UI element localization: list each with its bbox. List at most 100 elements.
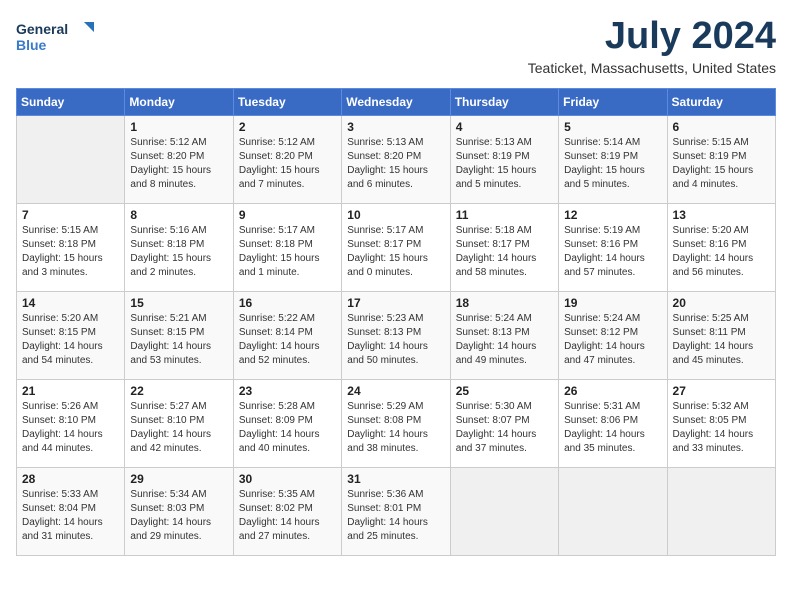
day-number: 29 [130, 472, 227, 486]
header-row: SundayMondayTuesdayWednesdayThursdayFrid… [17, 88, 776, 115]
day-info: Sunrise: 5:15 AM Sunset: 8:19 PM Dayligh… [673, 136, 770, 192]
day-number: 12 [564, 208, 661, 222]
day-info: Sunrise: 5:18 AM Sunset: 8:17 PM Dayligh… [456, 224, 553, 280]
calendar-cell: 3 Sunrise: 5:13 AM Sunset: 8:20 PM Daylig… [342, 115, 450, 203]
svg-text:Blue: Blue [16, 37, 47, 53]
week-row-3: 14 Sunrise: 5:20 AM Sunset: 8:15 PM Dayli… [17, 291, 776, 379]
day-info: Sunrise: 5:16 AM Sunset: 8:18 PM Dayligh… [130, 224, 227, 280]
day-info: Sunrise: 5:13 AM Sunset: 8:19 PM Dayligh… [456, 136, 553, 192]
week-row-2: 7 Sunrise: 5:15 AM Sunset: 8:18 PM Daylig… [17, 203, 776, 291]
calendar-cell: 25Sunrise: 5:30 AM Sunset: 8:07 PM Dayli… [450, 379, 558, 467]
day-number: 21 [22, 384, 119, 398]
day-info: Sunrise: 5:15 AM Sunset: 8:18 PM Dayligh… [22, 224, 119, 280]
day-number: 26 [564, 384, 661, 398]
day-number: 11 [456, 208, 553, 222]
calendar-cell: 24 Sunrise: 5:29 AM Sunset: 8:08 PM Dayli… [342, 379, 450, 467]
day-info: Sunrise: 5:23 AM Sunset: 8:13 PM Dayligh… [347, 312, 444, 368]
day-info: Sunrise: 5:19 AM Sunset: 8:16 PM Dayligh… [564, 224, 661, 280]
title-block: July 2024 Teaticket, Massachusetts, Unit… [528, 16, 776, 76]
week-row-5: 28 Sunrise: 5:33 AM Sunset: 8:04 PM Dayli… [17, 467, 776, 555]
day-info: Sunrise: 5:21 AM Sunset: 8:15 PM Dayligh… [130, 312, 227, 368]
calendar-cell: 5Sunrise: 5:14 AM Sunset: 8:19 PM Daylig… [559, 115, 667, 203]
header-cell-monday: Monday [125, 88, 233, 115]
calendar-cell: 16Sunrise: 5:22 AM Sunset: 8:14 PM Dayli… [233, 291, 341, 379]
calendar-cell: 2 Sunrise: 5:12 AM Sunset: 8:20 PM Daylig… [233, 115, 341, 203]
day-number: 16 [239, 296, 336, 310]
calendar-cell: 20 Sunrise: 5:25 AM Sunset: 8:11 PM Dayli… [667, 291, 775, 379]
day-number: 7 [22, 208, 119, 222]
day-info: Sunrise: 5:14 AM Sunset: 8:19 PM Dayligh… [564, 136, 661, 192]
logo: General Blue [16, 16, 96, 58]
day-number: 2 [239, 120, 336, 134]
calendar-cell: 31 Sunrise: 5:36 AM Sunset: 8:01 PM Dayli… [342, 467, 450, 555]
calendar-cell: 23Sunrise: 5:28 AM Sunset: 8:09 PM Dayli… [233, 379, 341, 467]
day-number: 10 [347, 208, 444, 222]
day-info: Sunrise: 5:29 AM Sunset: 8:08 PM Dayligh… [347, 400, 444, 456]
day-number: 25 [456, 384, 553, 398]
day-info: Sunrise: 5:17 AM Sunset: 8:18 PM Dayligh… [239, 224, 336, 280]
calendar-cell: 26 Sunrise: 5:31 AM Sunset: 8:06 PM Dayli… [559, 379, 667, 467]
day-info: Sunrise: 5:36 AM Sunset: 8:01 PM Dayligh… [347, 488, 444, 544]
day-number: 17 [347, 296, 444, 310]
calendar-cell: 7 Sunrise: 5:15 AM Sunset: 8:18 PM Daylig… [17, 203, 125, 291]
calendar-cell: 28 Sunrise: 5:33 AM Sunset: 8:04 PM Dayli… [17, 467, 125, 555]
header-cell-tuesday: Tuesday [233, 88, 341, 115]
calendar-cell: 6 Sunrise: 5:15 AM Sunset: 8:19 PM Daylig… [667, 115, 775, 203]
calendar-cell: 12 Sunrise: 5:19 AM Sunset: 8:16 PM Dayli… [559, 203, 667, 291]
day-info: Sunrise: 5:33 AM Sunset: 8:04 PM Dayligh… [22, 488, 119, 544]
day-info: Sunrise: 5:24 AM Sunset: 8:13 PM Dayligh… [456, 312, 553, 368]
day-info: Sunrise: 5:35 AM Sunset: 8:02 PM Dayligh… [239, 488, 336, 544]
day-info: Sunrise: 5:17 AM Sunset: 8:17 PM Dayligh… [347, 224, 444, 280]
calendar-cell [450, 467, 558, 555]
calendar-cell [667, 467, 775, 555]
day-info: Sunrise: 5:24 AM Sunset: 8:12 PM Dayligh… [564, 312, 661, 368]
day-number: 19 [564, 296, 661, 310]
day-number: 15 [130, 296, 227, 310]
day-number: 4 [456, 120, 553, 134]
calendar-cell: 21 Sunrise: 5:26 AM Sunset: 8:10 PM Dayli… [17, 379, 125, 467]
day-number: 28 [22, 472, 119, 486]
calendar-cell: 30 Sunrise: 5:35 AM Sunset: 8:02 PM Dayli… [233, 467, 341, 555]
day-number: 31 [347, 472, 444, 486]
day-number: 24 [347, 384, 444, 398]
day-number: 1 [130, 120, 227, 134]
logo-svg: General Blue [16, 16, 96, 58]
day-info: Sunrise: 5:20 AM Sunset: 8:16 PM Dayligh… [673, 224, 770, 280]
day-info: Sunrise: 5:12 AM Sunset: 8:20 PM Dayligh… [130, 136, 227, 192]
calendar-cell: 14 Sunrise: 5:20 AM Sunset: 8:15 PM Dayli… [17, 291, 125, 379]
day-info: Sunrise: 5:12 AM Sunset: 8:20 PM Dayligh… [239, 136, 336, 192]
day-info: Sunrise: 5:31 AM Sunset: 8:06 PM Dayligh… [564, 400, 661, 456]
day-info: Sunrise: 5:20 AM Sunset: 8:15 PM Dayligh… [22, 312, 119, 368]
calendar-cell: 17 Sunrise: 5:23 AM Sunset: 8:13 PM Dayli… [342, 291, 450, 379]
calendar-cell: 9 Sunrise: 5:17 AM Sunset: 8:18 PM Daylig… [233, 203, 341, 291]
header-cell-friday: Friday [559, 88, 667, 115]
header-cell-thursday: Thursday [450, 88, 558, 115]
page-header: General Blue July 2024 Teaticket, Massac… [16, 16, 776, 76]
calendar-cell: 4 Sunrise: 5:13 AM Sunset: 8:19 PM Daylig… [450, 115, 558, 203]
day-info: Sunrise: 5:13 AM Sunset: 8:20 PM Dayligh… [347, 136, 444, 192]
day-number: 9 [239, 208, 336, 222]
calendar-cell: 18Sunrise: 5:24 AM Sunset: 8:13 PM Dayli… [450, 291, 558, 379]
calendar-cell [17, 115, 125, 203]
calendar-cell: 27Sunrise: 5:32 AM Sunset: 8:05 PM Dayli… [667, 379, 775, 467]
day-number: 30 [239, 472, 336, 486]
calendar-cell: 22Sunrise: 5:27 AM Sunset: 8:10 PM Dayli… [125, 379, 233, 467]
day-number: 20 [673, 296, 770, 310]
week-row-1: 1 Sunrise: 5:12 AM Sunset: 8:20 PM Daylig… [17, 115, 776, 203]
day-number: 27 [673, 384, 770, 398]
calendar-cell: 13Sunrise: 5:20 AM Sunset: 8:16 PM Dayli… [667, 203, 775, 291]
calendar-cell: 1 Sunrise: 5:12 AM Sunset: 8:20 PM Daylig… [125, 115, 233, 203]
day-number: 14 [22, 296, 119, 310]
month-title: July 2024 [528, 16, 776, 58]
calendar-cell: 11 Sunrise: 5:18 AM Sunset: 8:17 PM Dayli… [450, 203, 558, 291]
calendar-cell: 15 Sunrise: 5:21 AM Sunset: 8:15 PM Dayli… [125, 291, 233, 379]
calendar-cell [559, 467, 667, 555]
day-number: 22 [130, 384, 227, 398]
day-info: Sunrise: 5:25 AM Sunset: 8:11 PM Dayligh… [673, 312, 770, 368]
day-number: 3 [347, 120, 444, 134]
day-number: 8 [130, 208, 227, 222]
day-info: Sunrise: 5:26 AM Sunset: 8:10 PM Dayligh… [22, 400, 119, 456]
header-cell-wednesday: Wednesday [342, 88, 450, 115]
day-number: 6 [673, 120, 770, 134]
calendar-table: SundayMondayTuesdayWednesdayThursdayFrid… [16, 88, 776, 556]
